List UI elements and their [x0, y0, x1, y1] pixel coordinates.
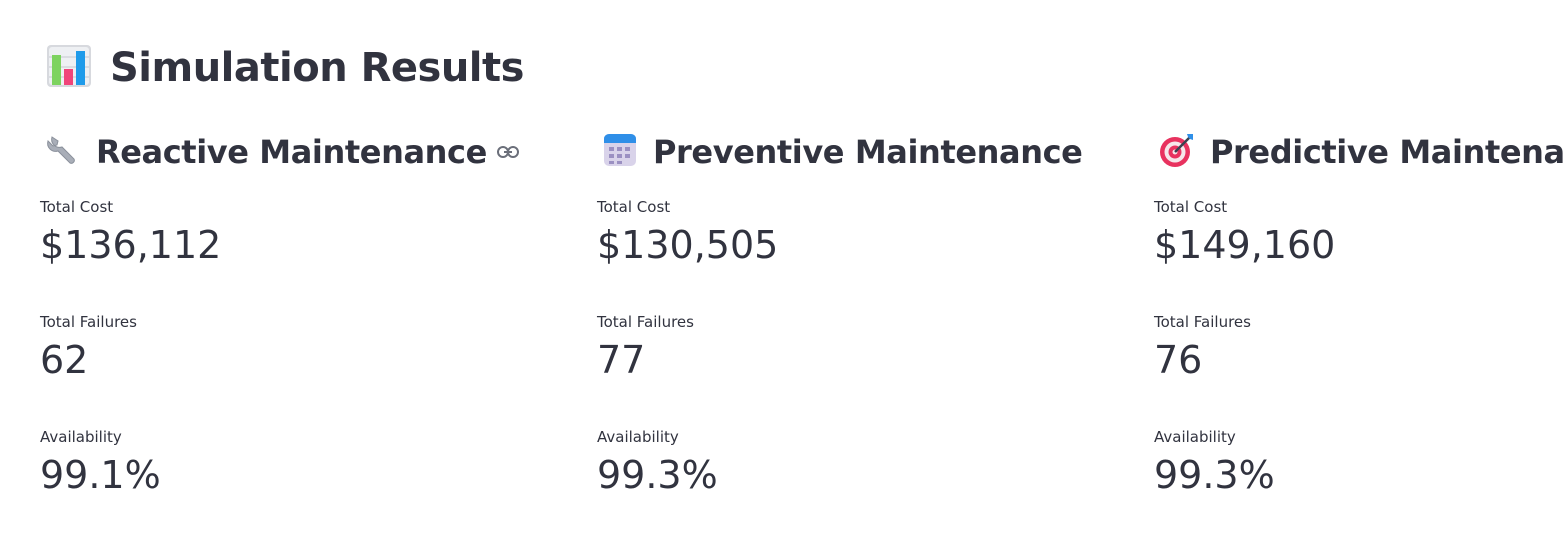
wrench-icon — [44, 131, 82, 173]
metric-label: Total Cost — [597, 198, 671, 216]
page-title-row: Simulation Results — [46, 40, 524, 96]
metric-value: $149,160 — [1154, 223, 1336, 267]
reactive-heading-row: Reactive Maintenance — [44, 128, 560, 176]
bar-chart-icon — [46, 43, 92, 93]
metric-value: $130,505 — [597, 223, 779, 267]
metric-value: 99.1% — [40, 453, 161, 497]
metric-value: 77 — [597, 338, 646, 382]
calendar-icon — [601, 131, 639, 173]
total-cost-metric: Total Cost $149,160 — [1154, 198, 1335, 268]
preventive-heading-row: Preventive Maintenance — [601, 128, 1117, 176]
metric-label: Total Failures — [40, 313, 137, 331]
metric-label: Total Cost — [1154, 198, 1228, 216]
total-cost-metric: Total Cost $130,505 — [597, 198, 778, 268]
predictive-column: Predictive Maintenance Total Cost $149,1… — [1154, 128, 1565, 497]
metric-value: 62 — [40, 338, 89, 382]
metric-label: Total Cost — [40, 198, 114, 216]
predictive-heading: Predictive Maintenance — [1210, 133, 1565, 171]
preventive-heading: Preventive Maintenance — [653, 133, 1083, 171]
metric-label: Availability — [40, 428, 122, 446]
metric-label: Availability — [597, 428, 679, 446]
metric-label: Total Failures — [597, 313, 694, 331]
total-cost-metric: Total Cost $136,112 — [40, 198, 221, 268]
metric-value: 99.3% — [597, 453, 718, 497]
total-failures-metric: Total Failures 62 — [40, 313, 137, 383]
metric-label: Total Failures — [1154, 313, 1251, 331]
metric-value: 99.3% — [1154, 453, 1275, 497]
availability-metric: Availability 99.1% — [40, 428, 161, 498]
page-title: Simulation Results — [110, 45, 524, 91]
availability-metric: Availability 99.3% — [597, 428, 718, 498]
predictive-heading-row: Predictive Maintenance — [1158, 128, 1565, 176]
total-failures-metric: Total Failures 76 — [1154, 313, 1251, 383]
metric-value: $136,112 — [40, 223, 222, 267]
metric-label: Availability — [1154, 428, 1236, 446]
anchor-link-icon[interactable] — [496, 145, 519, 159]
metric-value: 76 — [1154, 338, 1203, 382]
total-failures-metric: Total Failures 77 — [597, 313, 694, 383]
reactive-column: Reactive Maintenance Total Cost $136,112… — [40, 128, 560, 497]
reactive-heading: Reactive Maintenance — [96, 133, 487, 171]
preventive-column: Preventive Maintenance Total Cost $130,5… — [597, 128, 1117, 497]
availability-metric: Availability 99.3% — [1154, 428, 1275, 498]
target-icon — [1158, 131, 1196, 173]
